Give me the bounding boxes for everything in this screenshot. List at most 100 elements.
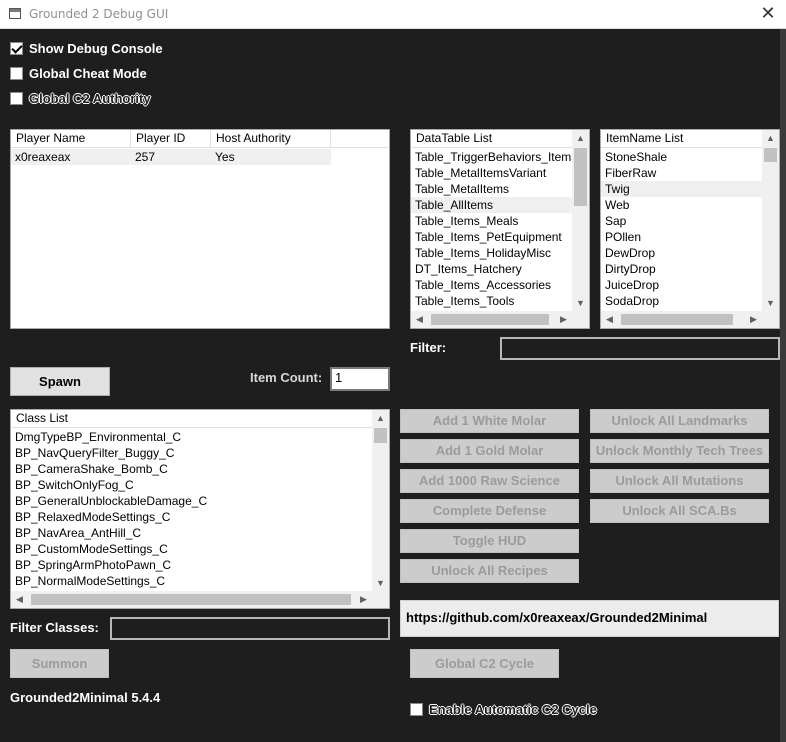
enable-automatic-c2-cycle-label: Enable Automatic C2 Cycle: [429, 702, 597, 717]
datatable-list-item[interactable]: Table_Items_Meals: [411, 213, 574, 229]
class-list-item[interactable]: BP_CameraShake_Bomb_C: [11, 461, 374, 477]
close-icon[interactable]: ✕: [750, 0, 786, 29]
complete-defense-button[interactable]: Complete Defense: [400, 499, 579, 523]
show-debug-console-label: Show Debug Console: [29, 41, 163, 56]
itemname-list-header: ItemName List: [601, 130, 764, 148]
class-list-item[interactable]: BP_SpringArmPhotoPawn_C: [11, 557, 374, 573]
class-list[interactable]: Class List DmgTypeBP_Environmental_C BP_N…: [10, 409, 390, 609]
checkbox-checked-icon: [10, 42, 23, 55]
column-header-player-id[interactable]: Player ID: [131, 130, 211, 148]
itemname-list-item[interactable]: StoneShale: [601, 149, 764, 165]
datatable-list-item[interactable]: Table_Items_HolidayMisc: [411, 245, 574, 261]
class-list-header: Class List: [11, 410, 374, 428]
checkbox-icon: [10, 92, 23, 105]
scroll-thumb[interactable]: [374, 428, 387, 443]
show-debug-console-checkbox[interactable]: Show Debug Console: [10, 41, 163, 56]
itemname-list-item[interactable]: DewDrop: [601, 245, 764, 261]
scroll-thumb[interactable]: [31, 594, 351, 605]
class-list-item[interactable]: BP_SwitchOnlyFog_C: [11, 477, 374, 493]
itemname-list-item[interactable]: Twig: [601, 181, 764, 197]
scroll-up-icon[interactable]: ▲: [762, 130, 779, 147]
class-list-item[interactable]: DmgTypeBP_Environmental_C: [11, 429, 374, 445]
class-list-item[interactable]: BP_NavQueryFilter_Buggy_C: [11, 445, 374, 461]
scroll-left-icon[interactable]: ◀: [411, 311, 428, 328]
scroll-down-icon[interactable]: ▼: [372, 575, 389, 592]
itemname-list-item[interactable]: Web: [601, 197, 764, 213]
itemname-list-item[interactable]: POllen: [601, 229, 764, 245]
scroll-left-icon[interactable]: ◀: [11, 591, 28, 608]
class-list-item[interactable]: BP_GeneralUnblockableDamage_C: [11, 493, 374, 509]
scroll-corner: [762, 311, 779, 328]
datatable-list[interactable]: DataTable List Table_TriggerBehaviors_It…: [410, 129, 590, 329]
unlock-monthly-tech-trees-button[interactable]: Unlock Monthly Tech Trees: [590, 439, 769, 463]
filter-classes-label: Filter Classes:: [10, 620, 99, 635]
add-gold-molar-button[interactable]: Add 1 Gold Molar: [400, 439, 579, 463]
unlock-all-scabs-button[interactable]: Unlock All SCA.Bs: [590, 499, 769, 523]
enable-automatic-c2-cycle-checkbox[interactable]: Enable Automatic C2 Cycle: [410, 702, 597, 717]
github-link[interactable]: https://github.com/x0reaxeax/Grounded2Mi…: [400, 600, 779, 637]
datatable-hscrollbar[interactable]: ◀ ▶: [411, 311, 572, 328]
player-list[interactable]: Player Name Player ID Host Authority x0r…: [10, 129, 390, 329]
scroll-up-icon[interactable]: ▲: [572, 130, 589, 147]
class-list-item[interactable]: BP_CustomModeSettings_C: [11, 541, 374, 557]
datatable-list-item[interactable]: Table_AllItems: [411, 197, 574, 213]
scroll-thumb[interactable]: [621, 314, 733, 325]
class-list-item[interactable]: BP_NormalModeSettings_C: [11, 573, 374, 589]
datatable-list-item[interactable]: Table_Items_PetEquipment: [411, 229, 574, 245]
item-count-input[interactable]: 1: [330, 367, 390, 391]
itemname-hscrollbar[interactable]: ◀ ▶: [601, 311, 762, 328]
scroll-left-icon[interactable]: ◀: [601, 311, 618, 328]
scroll-up-icon[interactable]: ▲: [372, 410, 389, 427]
add-raw-science-button[interactable]: Add 1000 Raw Science: [400, 469, 579, 493]
scroll-right-icon[interactable]: ▶: [745, 311, 762, 328]
class-items: DmgTypeBP_Environmental_C BP_NavQueryFilt…: [11, 428, 374, 589]
filter-label: Filter:: [410, 340, 447, 355]
filter-classes-input[interactable]: [110, 617, 390, 640]
unlock-all-mutations-button[interactable]: Unlock All Mutations: [590, 469, 769, 493]
class-list-item[interactable]: BP_RelaxedModeSettings_C: [11, 509, 374, 525]
window-title: Grounded 2 Debug GUI: [29, 7, 169, 21]
add-white-molar-button[interactable]: Add 1 White Molar: [400, 409, 579, 433]
global-c2-authority-label: Global C2 Authority: [29, 91, 151, 106]
unlock-all-landmarks-button[interactable]: Unlock All Landmarks: [590, 409, 769, 433]
datatable-list-item[interactable]: Table_MetalItems: [411, 181, 574, 197]
itemname-list-item[interactable]: Sap: [601, 213, 764, 229]
scroll-down-icon[interactable]: ▼: [762, 295, 779, 312]
item-count-label: Item Count:: [250, 370, 323, 385]
global-c2-authority-checkbox[interactable]: Global C2 Authority: [10, 91, 151, 106]
itemname-list[interactable]: ItemName List StoneShale FiberRaw Twig Web S…: [600, 129, 780, 329]
player-row[interactable]: x0reaxeax 257 Yes: [11, 149, 331, 165]
datatable-list-item[interactable]: Table_TriggerBehaviors_Items: [411, 149, 577, 165]
itemname-list-item[interactable]: SodaDrop: [601, 293, 764, 309]
class-list-item[interactable]: BP_NavArea_AntHill_C: [11, 525, 374, 541]
filter-input[interactable]: [500, 337, 780, 360]
scroll-thumb[interactable]: [431, 314, 549, 325]
scroll-thumb[interactable]: [574, 148, 587, 206]
itemname-list-item[interactable]: DirtyDrop: [601, 261, 764, 277]
itemname-list-item[interactable]: JuiceDrop: [601, 277, 764, 293]
column-header-host-authority[interactable]: Host Authority: [211, 130, 331, 148]
unlock-all-recipes-button[interactable]: Unlock All Recipes: [400, 559, 579, 583]
player-id-cell: 257: [135, 150, 156, 164]
datatable-list-item[interactable]: Table_MetalItemsVariant: [411, 165, 574, 181]
global-cheat-mode-checkbox[interactable]: Global Cheat Mode: [10, 66, 147, 81]
toggle-hud-button[interactable]: Toggle HUD: [400, 529, 579, 553]
datatable-list-item[interactable]: Table_Items_Tools: [411, 293, 574, 309]
datatable-list-item[interactable]: DT_Items_Hatchery: [411, 261, 574, 277]
datatable-vscrollbar[interactable]: ▲ ▼: [572, 130, 589, 312]
itemname-list-item[interactable]: FiberRaw: [601, 165, 764, 181]
datatable-list-item[interactable]: Table_Items_Accessories: [411, 277, 574, 293]
scroll-right-icon[interactable]: ▶: [355, 591, 372, 608]
spawn-button[interactable]: Spawn: [10, 367, 110, 396]
scroll-right-icon[interactable]: ▶: [555, 311, 572, 328]
summon-button[interactable]: Summon: [10, 649, 109, 678]
class-vscrollbar[interactable]: ▲ ▼: [372, 410, 389, 592]
itemname-vscrollbar[interactable]: ▲ ▼: [762, 130, 779, 312]
global-c2-cycle-button[interactable]: Global C2 Cycle: [410, 649, 559, 678]
class-hscrollbar[interactable]: ◀ ▶: [11, 591, 372, 608]
scroll-thumb[interactable]: [764, 148, 777, 162]
host-authority-cell: Yes: [215, 150, 235, 164]
datatable-items: Table_TriggerBehaviors_Items Table_MetalI…: [411, 148, 577, 309]
column-header-player-name[interactable]: Player Name: [11, 130, 131, 148]
scroll-down-icon[interactable]: ▼: [572, 295, 589, 312]
